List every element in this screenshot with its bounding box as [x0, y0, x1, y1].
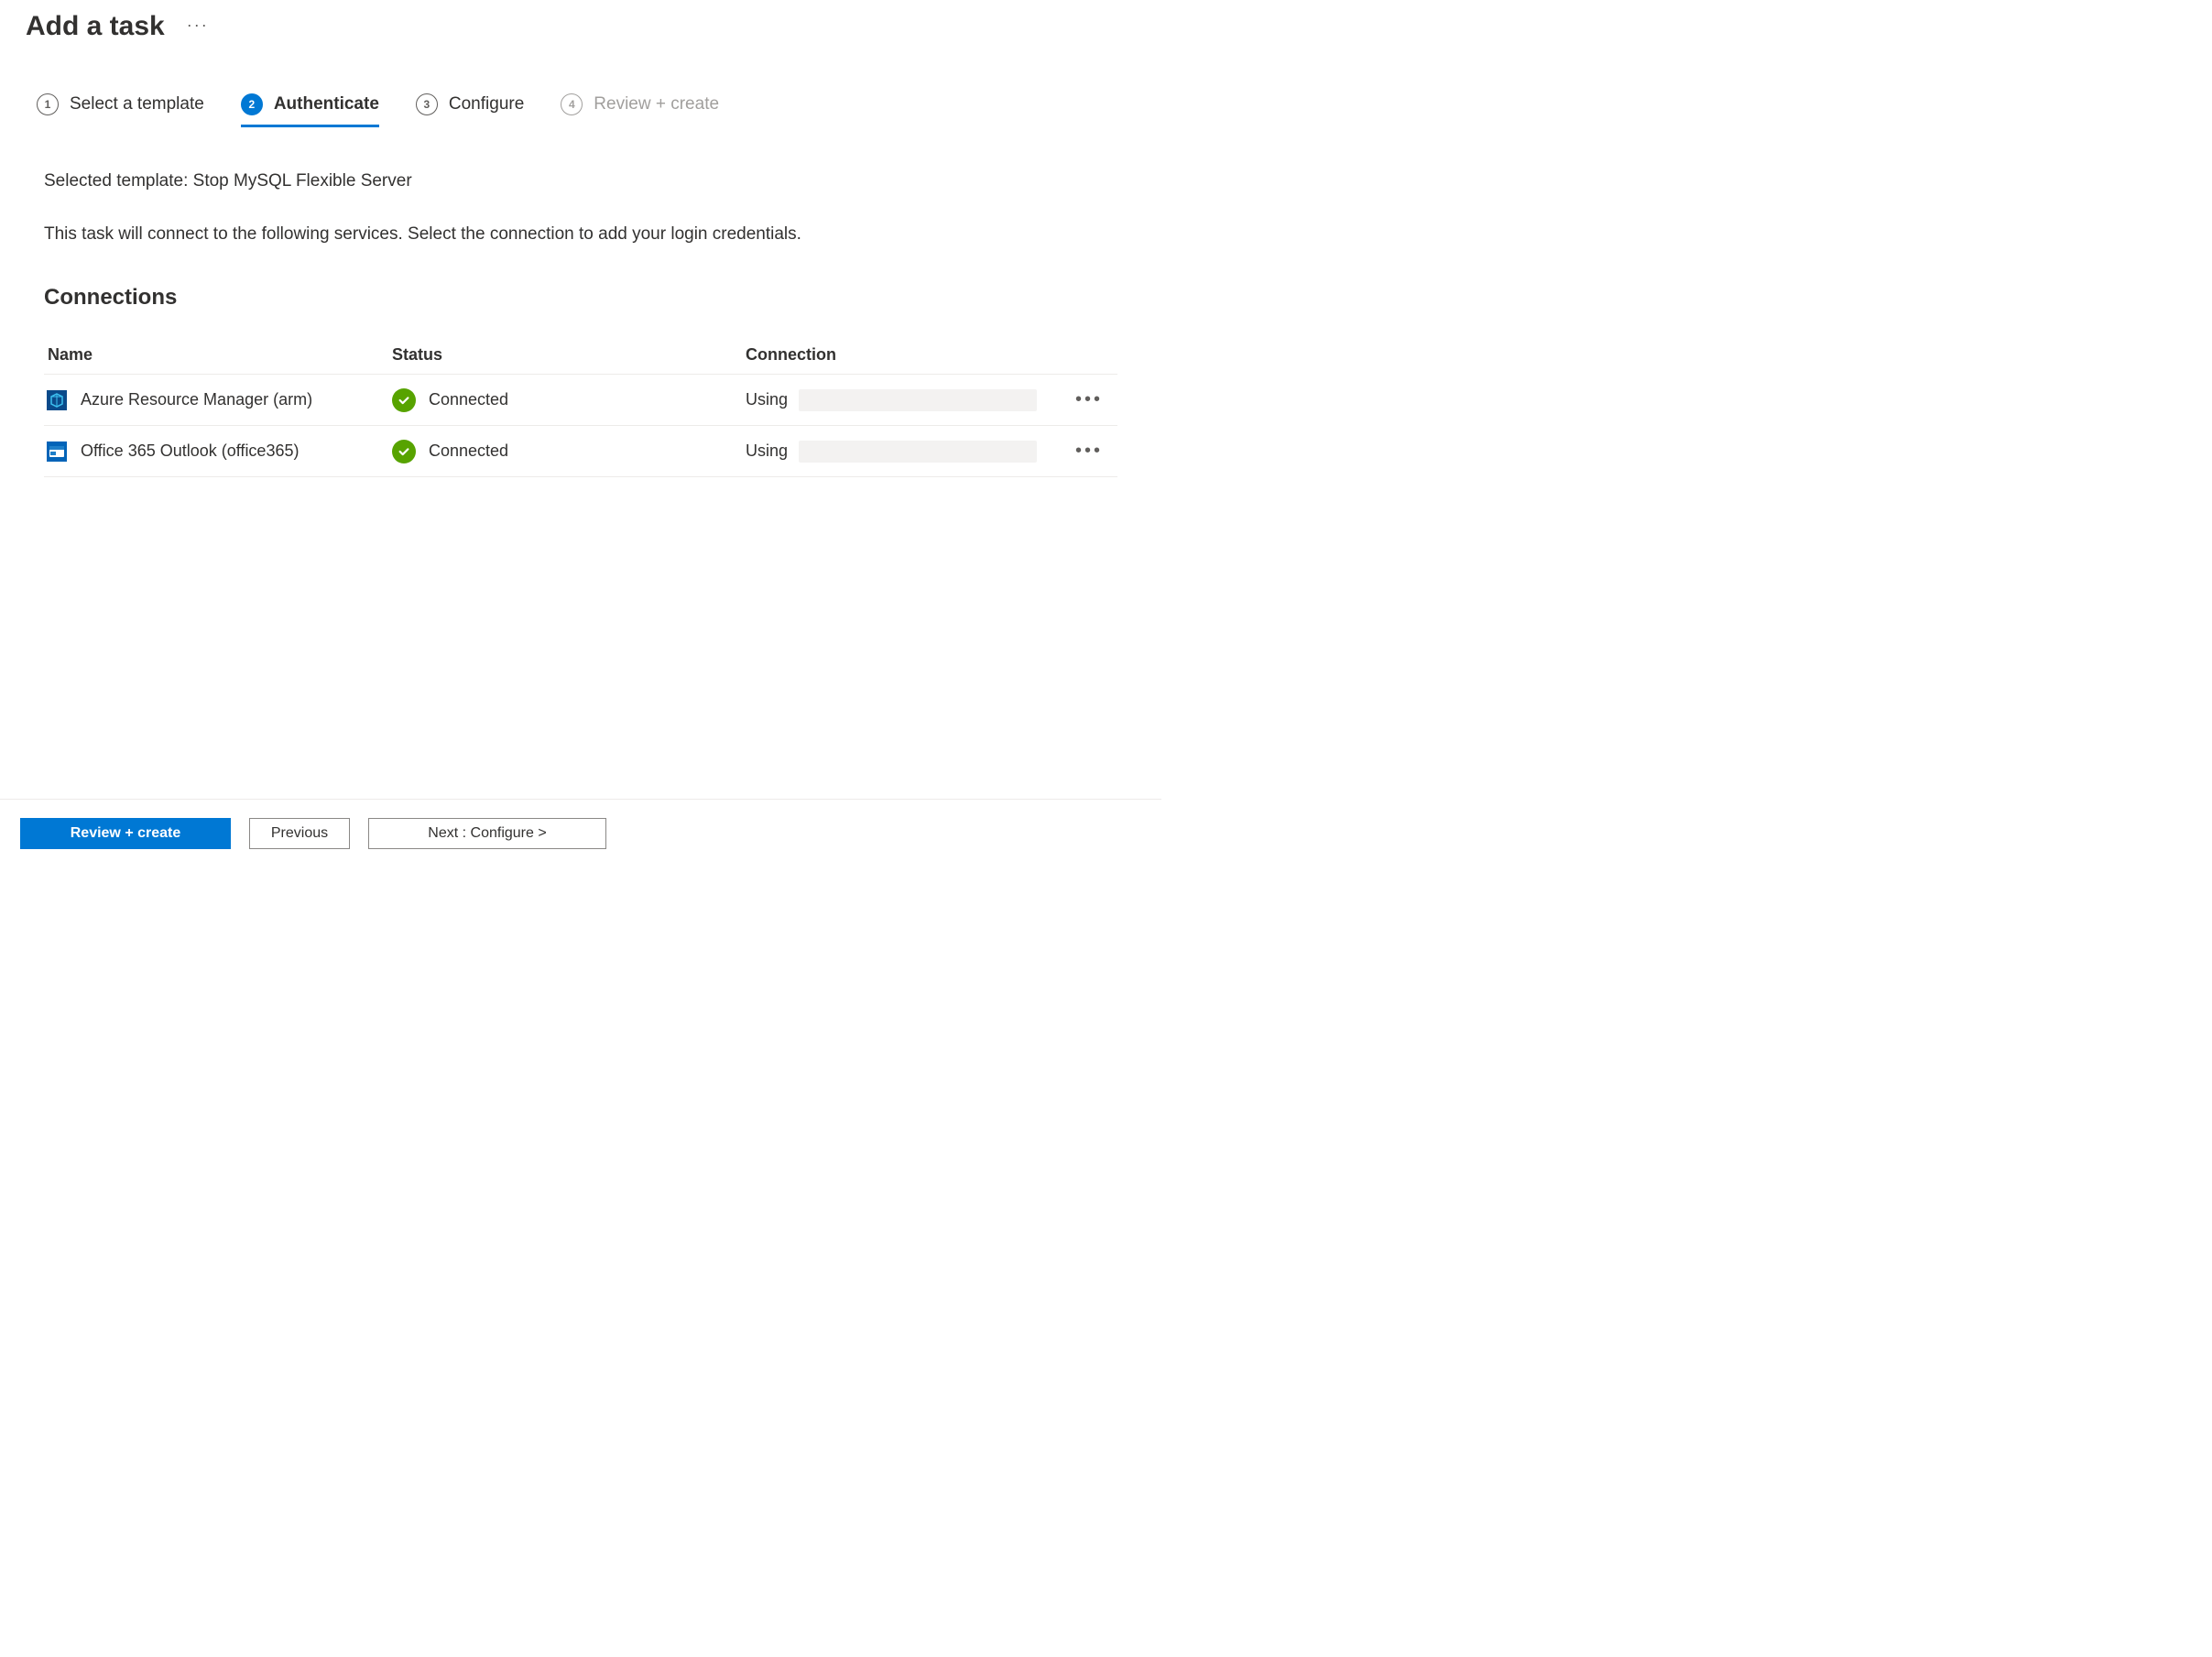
connection-prefix: Using [746, 390, 788, 409]
wizard-tabs: 1 Select a template 2 Authenticate 3 Con… [11, 49, 1161, 127]
table-row: Azure Resource Manager (arm) Connected U… [44, 375, 1117, 426]
column-header-status: Status [392, 345, 746, 365]
previous-button[interactable]: Previous [249, 818, 350, 849]
connections-table: Name Status Connection Azure Resource Ma… [44, 336, 1117, 477]
checkmark-icon [392, 440, 416, 463]
header-more-icon[interactable]: ··· [187, 16, 209, 38]
tab-label: Select a template [70, 94, 204, 114]
connection-value-redacted [799, 441, 1037, 463]
table-header-row: Name Status Connection [44, 336, 1117, 375]
content-area: Selected template: Stop MySQL Flexible S… [0, 127, 1161, 477]
description-text: This task will connect to the following … [44, 224, 1117, 245]
cell-connection: Using ••• [746, 386, 1117, 414]
status-text: Connected [429, 442, 508, 461]
cell-name: Azure Resource Manager (arm) [44, 389, 392, 411]
table-row: Office 365 Outlook (office365) Connected… [44, 426, 1117, 477]
next-configure-button[interactable]: Next : Configure > [368, 818, 606, 849]
row-more-icon[interactable]: ••• [1068, 386, 1110, 414]
connection-prefix: Using [746, 442, 788, 461]
arm-icon [46, 389, 68, 411]
tab-number-badge: 4 [561, 93, 583, 115]
review-create-button[interactable]: Review + create [20, 818, 231, 849]
cell-status: Connected [392, 440, 746, 463]
tab-authenticate[interactable]: 2 Authenticate [241, 93, 379, 127]
tab-review-create: 4 Review + create [561, 93, 719, 127]
column-header-connection: Connection [746, 345, 1117, 365]
tab-label: Authenticate [274, 94, 379, 114]
connection-name: Office 365 Outlook (office365) [81, 442, 299, 461]
selected-template-text: Selected template: Stop MySQL Flexible S… [44, 171, 1117, 191]
tab-label: Configure [449, 94, 524, 114]
tab-select-template[interactable]: 1 Select a template [37, 93, 204, 127]
row-more-icon[interactable]: ••• [1068, 437, 1110, 465]
connections-heading: Connections [44, 285, 1117, 311]
tab-number-badge: 3 [416, 93, 438, 115]
column-header-name: Name [44, 345, 392, 365]
o365-icon [46, 441, 68, 463]
cell-name: Office 365 Outlook (office365) [44, 441, 392, 463]
status-text: Connected [429, 390, 508, 409]
tab-number-badge: 1 [37, 93, 59, 115]
checkmark-icon [392, 388, 416, 412]
cell-status: Connected [392, 388, 746, 412]
tab-configure[interactable]: 3 Configure [416, 93, 524, 127]
page-header: Add a task ··· [0, 0, 1161, 49]
connection-value-redacted [799, 389, 1037, 411]
connection-name: Azure Resource Manager (arm) [81, 390, 312, 409]
cell-connection: Using ••• [746, 437, 1117, 465]
footer-actions: Review + create Previous Next : Configur… [0, 799, 1161, 867]
tab-label: Review + create [594, 94, 719, 114]
tab-number-badge: 2 [241, 93, 263, 115]
page-title: Add a task [26, 11, 165, 42]
